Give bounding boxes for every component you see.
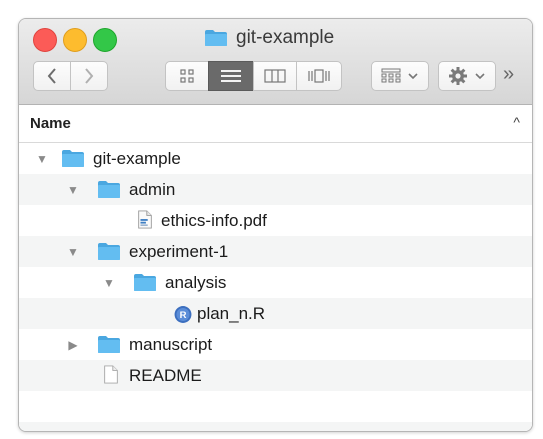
list-item-label: manuscript — [129, 335, 213, 354]
folder-icon — [134, 274, 156, 291]
folder-icon — [98, 181, 120, 198]
pdf-file-icon — [138, 210, 152, 229]
column-view-icon — [264, 69, 286, 83]
zoom-button[interactable] — [93, 28, 117, 52]
empty-row — [19, 422, 532, 431]
list-item-label: plan_n.R — [197, 304, 266, 323]
list-item-label: git-example — [93, 149, 181, 168]
list-item-plan-n-r[interactable]: R plan_n.R — [19, 298, 532, 329]
disclosure-expanded-icon[interactable]: ▼ — [35, 152, 49, 166]
file-list: ▼ git-example ▼ admin ethics-info.pdf ▼ … — [19, 143, 532, 431]
list-item-label: ethics-info.pdf — [161, 211, 267, 230]
list-view-button[interactable] — [208, 61, 254, 91]
folder-icon — [205, 30, 227, 46]
column-view-button[interactable] — [253, 61, 297, 91]
document-icon — [104, 365, 118, 384]
svg-text:R: R — [180, 310, 187, 321]
chevron-left-icon — [47, 68, 56, 84]
name-column-header[interactable]: Name — [30, 115, 71, 132]
list-item-readme[interactable]: README — [19, 360, 532, 391]
column-header: Name ^ — [19, 105, 532, 143]
list-item-label: experiment-1 — [129, 242, 229, 261]
list-item-label: admin — [129, 180, 176, 199]
action-button[interactable] — [438, 61, 496, 91]
list-item-analysis[interactable]: ▼ analysis — [19, 267, 532, 298]
window-title: git-example — [204, 25, 334, 51]
window-title-text: git-example — [236, 27, 335, 48]
cover-flow-view-button[interactable] — [296, 61, 342, 91]
chevron-down-icon — [475, 73, 485, 80]
toolbar-overflow-button[interactable]: » — [503, 63, 514, 86]
folder-icon — [98, 336, 120, 353]
back-button[interactable] — [33, 61, 71, 91]
view-switcher — [165, 61, 342, 91]
disclosure-expanded-icon[interactable]: ▼ — [102, 276, 116, 290]
list-item-ethics-info[interactable]: ethics-info.pdf — [19, 205, 532, 236]
arrange-button[interactable] — [371, 61, 429, 91]
r-script-icon: R — [174, 306, 192, 323]
disclosure-expanded-icon[interactable]: ▼ — [66, 183, 80, 197]
close-button[interactable] — [33, 28, 57, 52]
arrange-grid-icon — [381, 68, 401, 83]
list-item-label: analysis — [165, 273, 227, 292]
forward-button[interactable] — [70, 61, 108, 91]
icon-view-button[interactable] — [165, 61, 209, 91]
gear-icon — [449, 67, 467, 85]
chevron-down-icon — [408, 73, 418, 80]
titlebar: git-example » — [19, 19, 532, 105]
empty-row — [19, 391, 532, 422]
chevron-right-icon — [85, 68, 94, 84]
list-item-experiment-1[interactable]: ▼ experiment-1 — [19, 236, 532, 267]
list-view-icon — [221, 70, 241, 82]
list-item-label: README — [129, 366, 202, 385]
folder-icon — [98, 243, 120, 260]
icon-view-icon — [180, 69, 194, 83]
minimize-button[interactable] — [63, 28, 87, 52]
disclosure-collapsed-icon[interactable]: ▶ — [66, 338, 80, 352]
list-item-manuscript[interactable]: ▶ manuscript — [19, 329, 532, 360]
folder-icon — [62, 150, 84, 167]
list-item-git-example[interactable]: ▼ git-example — [19, 143, 532, 174]
nav-buttons — [33, 61, 108, 91]
sort-indicator[interactable]: ^ — [513, 114, 520, 130]
disclosure-expanded-icon[interactable]: ▼ — [66, 245, 80, 259]
cover-flow-icon — [308, 69, 330, 83]
list-item-admin[interactable]: ▼ admin — [19, 174, 532, 205]
finder-window: git-example » Name ^ ▼ git-example ▼ adm… — [18, 18, 533, 432]
